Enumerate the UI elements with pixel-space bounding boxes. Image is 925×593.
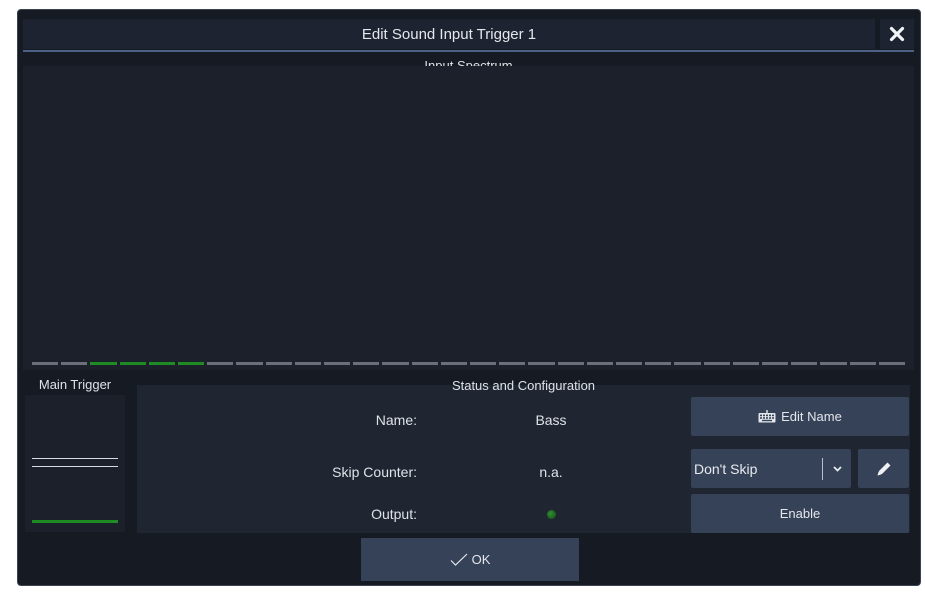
spectrum-band-indicator [236,362,263,365]
keyboard-icon [758,410,776,423]
trigger-threshold-line-lower [32,466,118,467]
spectrum-band-indicator [382,362,409,365]
spectrum-band-indicator [528,362,555,365]
spectrum-band-indicator [178,362,205,365]
trigger-threshold-line-upper [32,458,118,459]
spectrum-band-indicator [586,362,614,365]
output-status-led [547,510,556,519]
edit-name-button[interactable]: Edit Name [691,397,909,436]
ok-label: OK [471,552,491,567]
spectrum-band-indicator [61,362,88,365]
spectrum-band-indicator [353,362,380,365]
spectrum-bars [32,362,906,365]
ok-button[interactable]: OK [361,538,579,581]
spectrum-band-indicator [791,362,818,365]
skip-counter-row-label: Skip Counter: [332,464,417,480]
trigger-level-bar [32,520,118,523]
spectrum-band-indicator [616,362,643,365]
skip-mode-select[interactable]: Don't Skip [691,449,851,488]
input-spectrum-panel [23,66,914,370]
edit-skip-button[interactable] [858,449,909,488]
spectrum-band-indicator [32,362,59,365]
spectrum-band-indicator [645,362,672,365]
dialog-title-bar: Edit Sound Input Trigger 1 [23,19,875,49]
spectrum-band-indicator [148,362,176,365]
spectrum-band-indicator [499,362,526,365]
status-config-label: Status and Configuration [451,378,596,393]
spectrum-band-indicator [90,362,117,365]
spectrum-band-indicator [820,362,847,365]
close-button[interactable] [880,19,914,49]
spectrum-band-indicator [265,362,292,365]
spectrum-band-indicator [207,362,234,365]
spectrum-band-indicator [849,362,876,365]
spectrum-band-indicator [878,362,906,365]
spectrum-band-indicator [762,362,789,365]
main-trigger-label: Main Trigger [38,377,112,392]
status-config-panel: Status and Configuration Name: Bass Edit… [137,378,910,533]
spectrum-band-indicator [411,362,438,365]
spectrum-band-indicator [703,362,730,365]
dialog-title: Edit Sound Input Trigger 1 [361,25,537,43]
chevron-down-icon [823,465,851,472]
title-divider [23,50,914,52]
edit-name-label: Edit Name [781,409,842,424]
enable-label: Enable [779,506,821,521]
main-trigger-meter [25,395,125,532]
close-x-icon [889,26,905,42]
spectrum-band-indicator [119,362,146,365]
edit-sound-trigger-dialog: Edit Sound Input Trigger 1 Input Spectru… [17,9,921,586]
name-value: Bass [535,412,567,428]
skip-counter-value: n.a. [539,464,563,480]
name-row-label: Name: [375,412,417,428]
spectrum-band-indicator [557,362,584,365]
spectrum-band-indicator [470,362,497,365]
spectrum-band-indicator [294,362,322,365]
spectrum-band-indicator [440,362,468,365]
enable-button[interactable]: Enable [691,494,909,533]
output-row-label: Output: [371,506,417,522]
checkmark-icon [450,553,468,566]
spectrum-band-indicator [732,362,760,365]
pencil-icon [877,462,890,475]
spectrum-band-indicator [674,362,701,365]
skip-mode-selected: Don't Skip [694,460,758,477]
spectrum-band-indicator [324,362,351,365]
